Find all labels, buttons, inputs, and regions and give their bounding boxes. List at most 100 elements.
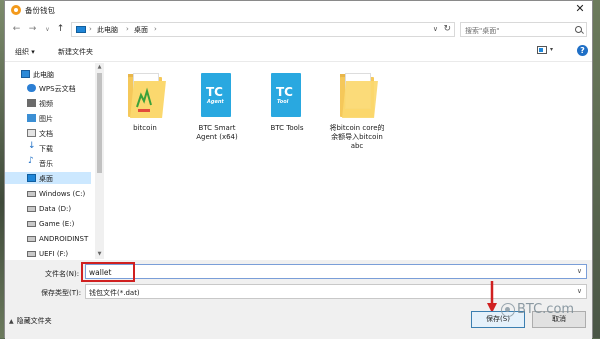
- tc-badge: TC: [276, 85, 293, 99]
- music-icon: [27, 156, 36, 167]
- background-right: [592, 0, 600, 338]
- bitcoin-folder-icon: [125, 71, 166, 119]
- sidebar-item-downloads[interactable]: 下载: [5, 141, 91, 154]
- sidebar-item-label: 图片: [39, 115, 53, 123]
- file-list: bitcoin TC Agent BTC Smart Agent (x64) T…: [107, 63, 592, 259]
- document-folder-icon: [337, 71, 378, 119]
- sidebar-item-desktop[interactable]: 桌面: [5, 172, 91, 184]
- cloud-icon: [27, 84, 36, 92]
- file-name: BTC Smart Agent (x64): [196, 124, 238, 141]
- help-icon[interactable]: ?: [577, 45, 588, 56]
- scroll-down-icon[interactable]: ▼: [95, 250, 104, 259]
- breadcrumb-separator-icon: ›: [126, 25, 129, 33]
- breadcrumb-desktop[interactable]: 桌面: [134, 25, 148, 35]
- sidebar-item-this-pc[interactable]: 此电脑: [5, 68, 91, 80]
- tc-book-icon: TC Tool: [267, 71, 307, 119]
- breadcrumb-this-pc[interactable]: 此电脑: [97, 25, 118, 35]
- sidebar-item-drive-e[interactable]: Game (E:): [5, 218, 91, 230]
- sidebar-item-drive-d[interactable]: Data (D:): [5, 203, 91, 215]
- tc-badge: TC: [206, 85, 223, 99]
- sidebar-item-label: ANDROIDINST: [39, 235, 89, 243]
- sidebar-item-label: 视频: [39, 100, 53, 108]
- address-bar[interactable]: › 此电脑 › 桌面 › ∨ ↻: [71, 22, 455, 37]
- tc-book-icon: TC Agent: [197, 71, 237, 119]
- organize-button[interactable]: 组织 ▾: [15, 47, 35, 57]
- navigation-pane: 此电脑 WPS云文档 视频 图片 文档 下载 音乐 桌面: [5, 63, 105, 259]
- navigation-bar: ← → ∨ ↑ › 此电脑 › 桌面 › ∨ ↻ 搜索"桌面": [5, 19, 592, 41]
- sidebar-item-documents[interactable]: 文档: [5, 127, 91, 139]
- file-item-btc-smart-agent[interactable]: TC Agent BTC Smart Agent (x64): [185, 71, 249, 142]
- search-placeholder: 搜索"桌面": [465, 27, 500, 35]
- file-item-btc-tools[interactable]: TC Tool BTC Tools: [255, 71, 319, 133]
- up-arrow-icon[interactable]: ↑: [55, 24, 66, 35]
- recent-dropdown-icon[interactable]: ∨: [42, 24, 53, 35]
- bitcoin-app-icon: [11, 5, 21, 15]
- computer-icon: [76, 26, 86, 33]
- scrollbar-thumb[interactable]: [97, 73, 102, 173]
- hide-folders-toggle[interactable]: ▲ 隐藏文件夹: [9, 316, 52, 326]
- view-options-icon[interactable]: [537, 46, 547, 54]
- drive-icon: [27, 191, 36, 197]
- view-dropdown-icon[interactable]: ▾: [550, 46, 553, 53]
- sidebar-item-drive-c[interactable]: Windows (C:): [5, 188, 91, 200]
- title-bar: 备份钱包 ✕: [5, 1, 592, 19]
- breadcrumb-separator-icon: ›: [89, 25, 92, 33]
- filetype-dropdown-icon[interactable]: ∨: [577, 287, 582, 295]
- file-name: bitcoin: [133, 124, 157, 132]
- filetype-select[interactable]: 钱包文件(*.dat) ∨: [85, 284, 587, 299]
- sidebar-item-videos[interactable]: 视频: [5, 97, 91, 109]
- caret-up-icon: ▲: [9, 318, 14, 325]
- drive-icon: [27, 206, 36, 212]
- sidebar-item-label: 下载: [39, 145, 53, 153]
- sidebar-item-label: 此电脑: [33, 71, 54, 79]
- document-icon: [27, 129, 36, 137]
- file-name: 将bitcoin core的 余额导入bitcoin abc: [329, 124, 385, 150]
- breadcrumb-separator-icon: ›: [154, 25, 157, 33]
- sidebar-item-wps-cloud[interactable]: WPS云文档: [5, 82, 91, 94]
- sidebar-item-androidinst[interactable]: ANDROIDINST: [5, 233, 91, 245]
- watermark-text: BTC.com: [517, 302, 575, 317]
- sidebar-item-label: Game (E:): [39, 220, 75, 228]
- command-toolbar: 组织 ▾ 新建文件夹 ▾ ?: [5, 41, 592, 62]
- drive-icon: [27, 221, 36, 227]
- back-arrow-icon[interactable]: ←: [11, 24, 22, 35]
- window-title: 备份钱包: [25, 6, 55, 15]
- sidebar-item-pictures[interactable]: 图片: [5, 112, 91, 124]
- sidebar-item-label: Windows (C:): [39, 190, 86, 198]
- watermark: BTC.com: [501, 302, 574, 317]
- save-dialog: 备份钱包 ✕ ← → ∨ ↑ › 此电脑 › 桌面 › ∨ ↻ 搜索"桌面" 组…: [4, 0, 593, 339]
- new-folder-button[interactable]: 新建文件夹: [58, 47, 93, 57]
- forward-arrow-icon[interactable]: →: [27, 24, 38, 35]
- picture-icon: [27, 114, 36, 122]
- refresh-icon[interactable]: ↻: [443, 24, 451, 34]
- search-icon: [575, 26, 582, 33]
- search-box[interactable]: 搜索"桌面": [460, 22, 587, 37]
- computer-icon: [21, 70, 30, 78]
- red-arrow-icon: [487, 281, 497, 313]
- file-item-import-balance[interactable]: 将bitcoin core的 余额导入bitcoin abc: [323, 71, 391, 151]
- filetype-label: 保存类型(T):: [41, 289, 82, 297]
- close-icon[interactable]: ✕: [574, 3, 586, 15]
- drive-icon: [27, 251, 36, 257]
- file-name: BTC Tools: [270, 124, 304, 132]
- sidebar-item-music[interactable]: 音乐: [5, 156, 91, 169]
- drive-icon: [27, 236, 36, 242]
- download-icon: [27, 141, 36, 152]
- filetype-value: 钱包文件(*.dat): [89, 289, 140, 297]
- filename-input[interactable]: wallet ∨: [85, 264, 587, 279]
- sidebar-item-drive-f[interactable]: UEFI (F:): [5, 248, 91, 259]
- sidebar-item-label: 音乐: [39, 160, 53, 168]
- sidebar-item-label: WPS云文档: [39, 85, 76, 93]
- scroll-up-icon[interactable]: ▲: [95, 63, 104, 72]
- tc-sub: Tool: [277, 99, 289, 105]
- video-icon: [27, 99, 36, 107]
- file-item-bitcoin[interactable]: bitcoin: [113, 71, 177, 133]
- save-options-panel: 文件名(N): wallet ∨ 保存类型(T): 钱包文件(*.dat) ∨ …: [5, 260, 592, 339]
- filename-label: 文件名(N):: [45, 270, 80, 278]
- tc-sub: Agent: [207, 99, 224, 105]
- filename-dropdown-icon[interactable]: ∨: [577, 267, 582, 275]
- sidebar-item-label: Data (D:): [39, 205, 72, 213]
- address-dropdown-icon[interactable]: ∨: [433, 25, 438, 33]
- hide-folders-label: 隐藏文件夹: [16, 317, 52, 325]
- sidebar-scrollbar[interactable]: ▲ ▼: [95, 63, 104, 259]
